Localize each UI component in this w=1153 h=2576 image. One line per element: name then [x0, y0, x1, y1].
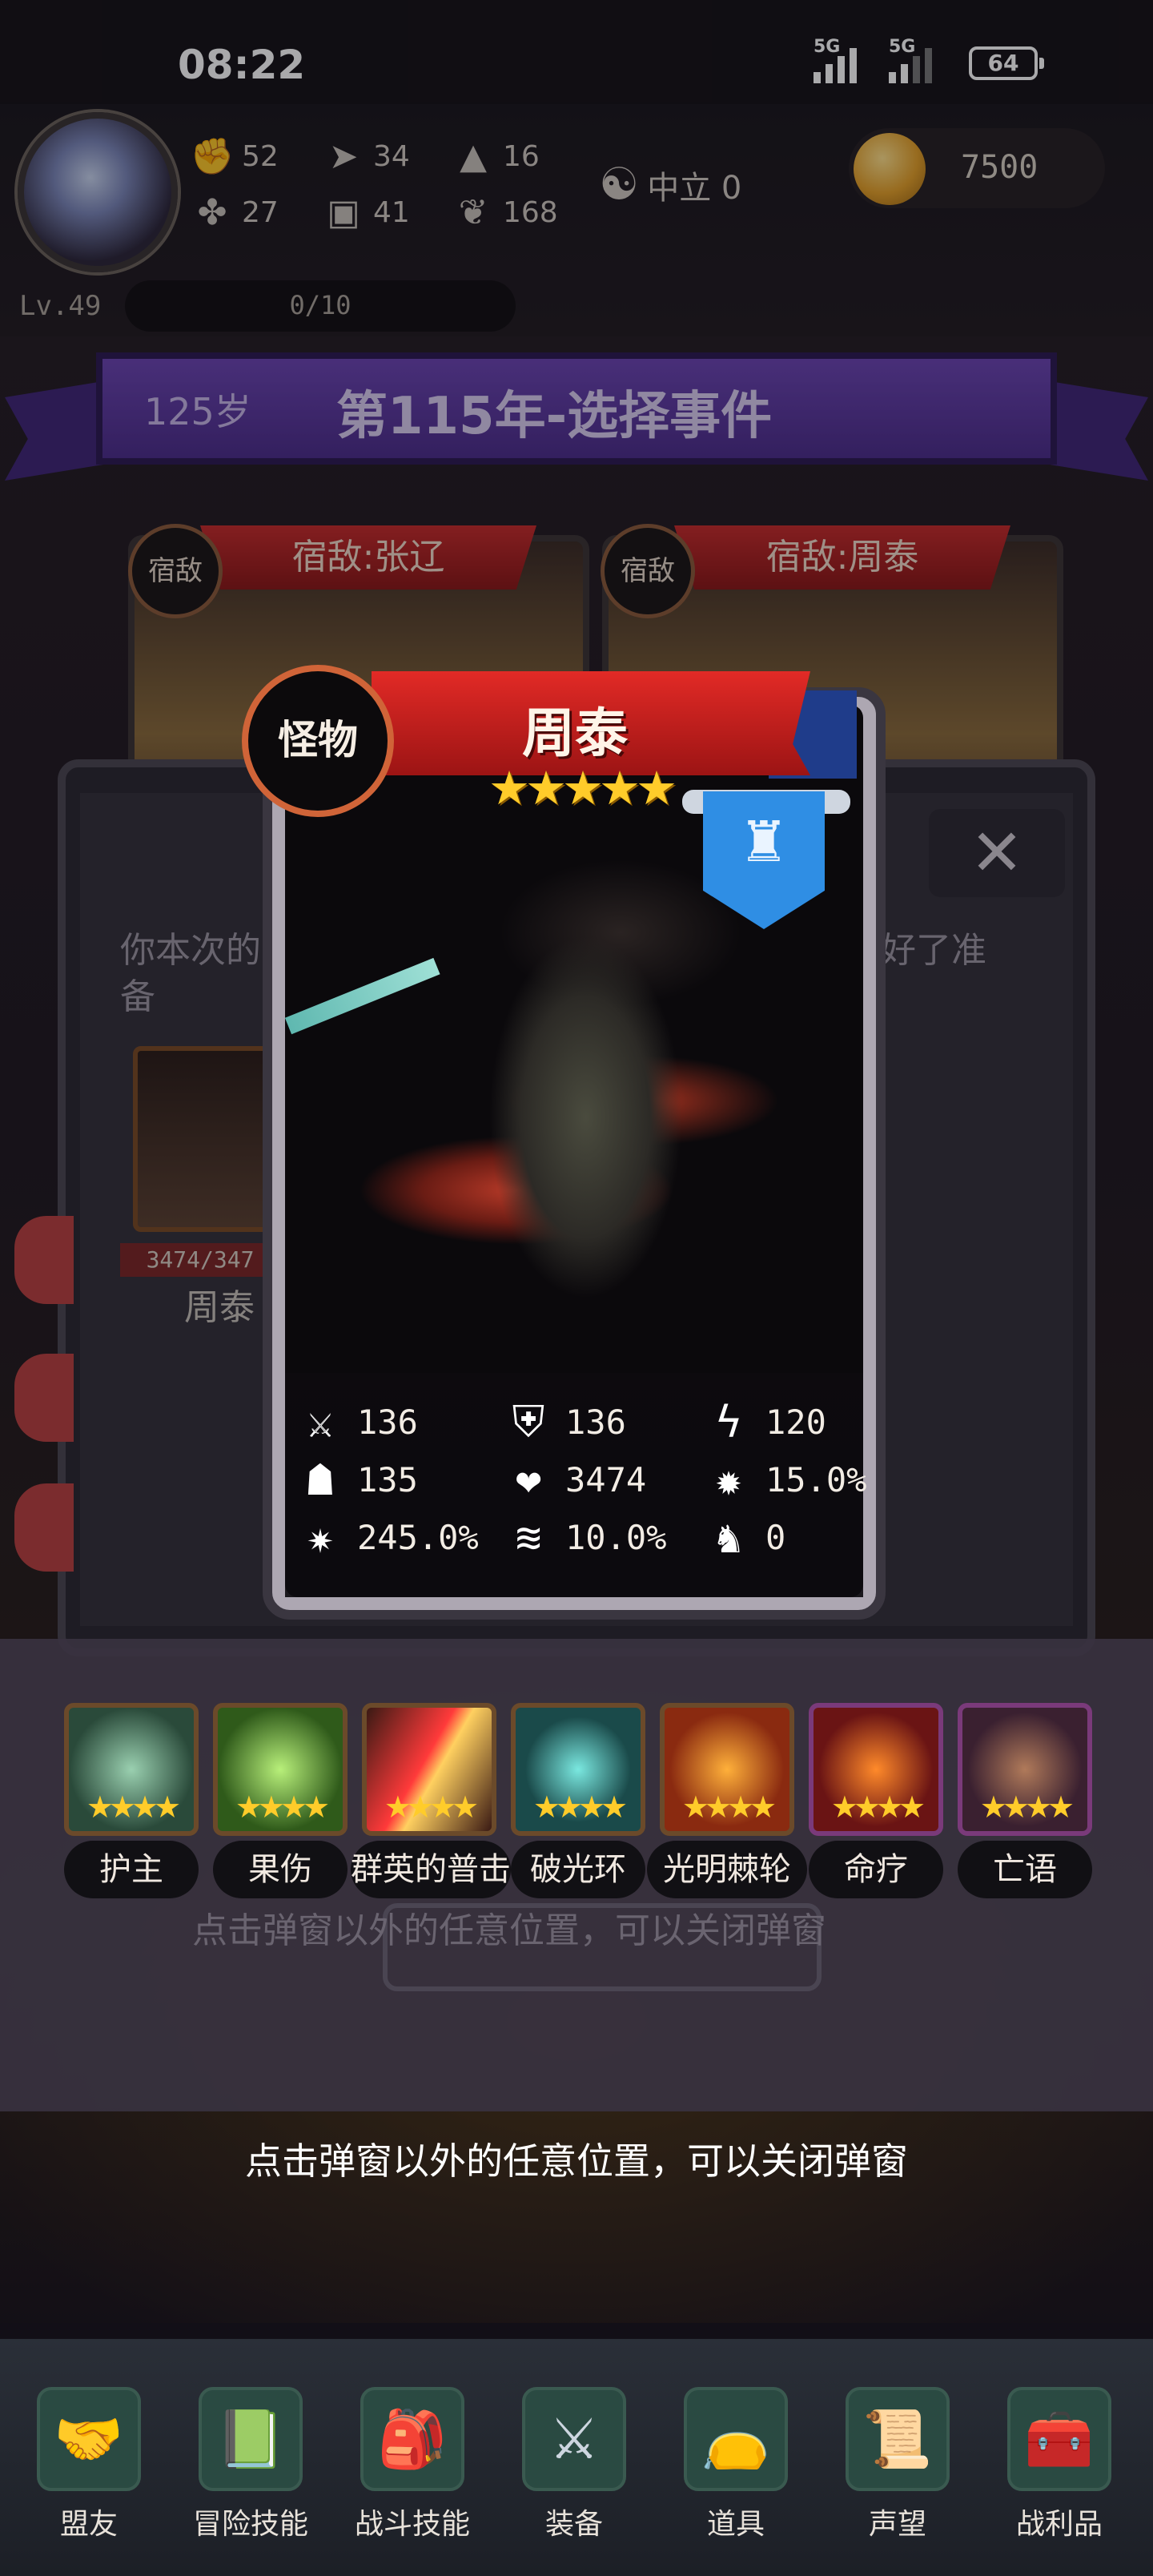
pouch-icon: 👝: [684, 2387, 788, 2491]
monster-name: 周泰: [522, 702, 628, 764]
nav-allies[interactable]: 🤝 盟友: [29, 2387, 149, 2542]
handshake-icon: 🤝: [37, 2387, 141, 2491]
book-icon: 📗: [199, 2387, 303, 2491]
rarity-stars: ★★★★★: [488, 761, 677, 815]
skill-label-5: 光明棘轮: [647, 1841, 807, 1898]
winged-boot-icon: ♞: [715, 1511, 742, 1563]
speed-icon: ϟ: [715, 1396, 742, 1447]
skill-label-2: 果伤: [213, 1841, 348, 1898]
skill-stars-3: ★★★★: [384, 1789, 479, 1825]
skill-stars-6: ★★★★: [830, 1789, 926, 1825]
scroll-icon: 📜: [846, 2387, 950, 2491]
stat-armor: ⛨ 136: [496, 1394, 626, 1450]
hood-icon: ☗: [307, 1454, 334, 1505]
nav-equipment[interactable]: ⚔ 装备: [514, 2387, 634, 2542]
stat-health: ❤ 3474: [496, 1451, 646, 1507]
stat-resist: ☗ 135: [288, 1451, 418, 1507]
swords-icon: ⚔: [522, 2387, 626, 2491]
skill-label-6: 命疗: [809, 1841, 943, 1898]
skill-stars-1: ★★★★: [86, 1789, 181, 1825]
monster-type-badge: 怪物: [242, 665, 394, 817]
nav-battle-skills[interactable]: 🎒 战斗技能: [352, 2387, 472, 2542]
nav-loot[interactable]: 🧰 战利品: [999, 2387, 1119, 2542]
crown-shield-icon: ♜: [738, 809, 789, 875]
nav-adventure-skills[interactable]: 📗 冒险技能: [191, 2387, 311, 2542]
stat-crit-damage: ✷ 245.0%: [288, 1509, 479, 1565]
close-hint: 点击弹窗以外的任意位置，可以关闭弹窗: [245, 2139, 908, 2183]
skill-stars-7: ★★★★: [979, 1789, 1075, 1825]
ghost-hint: 点击弹窗以外的任意位置，可以关闭弹窗: [192, 1910, 826, 1951]
backpack-icon: 🎒: [360, 2387, 464, 2491]
nav-items[interactable]: 👝 道具: [676, 2387, 796, 2542]
stat-crit-rate: ✹ 15.0%: [697, 1451, 867, 1507]
stat-attack: ⚔ 136: [288, 1394, 418, 1450]
stat-dodge: ≋ 10.0%: [496, 1509, 667, 1565]
chest-icon: 🧰: [1007, 2387, 1111, 2491]
skill-stars-2: ★★★★: [235, 1789, 330, 1825]
heart-icon: ❤: [515, 1454, 542, 1505]
skill-label-4: 破光环: [511, 1841, 645, 1898]
nav-reputation[interactable]: 📜 声望: [838, 2387, 958, 2542]
shield-icon: ⛨: [512, 1396, 545, 1447]
sword-icon: ⚔: [307, 1396, 334, 1447]
tornado-icon: ≋: [515, 1511, 542, 1563]
skill-stars-4: ★★★★: [532, 1789, 628, 1825]
stat-speed: ϟ 120: [697, 1394, 826, 1450]
stat-move: ♞ 0: [697, 1509, 786, 1565]
crit-icon: ✷: [307, 1511, 334, 1563]
skill-label-3: 群英的普击: [351, 1841, 511, 1898]
skill-label-7: 亡语: [958, 1841, 1092, 1898]
skill-label-1: 护主: [64, 1841, 199, 1898]
skill-stars-5: ★★★★: [681, 1789, 777, 1825]
burst-icon: ✹: [715, 1454, 742, 1505]
